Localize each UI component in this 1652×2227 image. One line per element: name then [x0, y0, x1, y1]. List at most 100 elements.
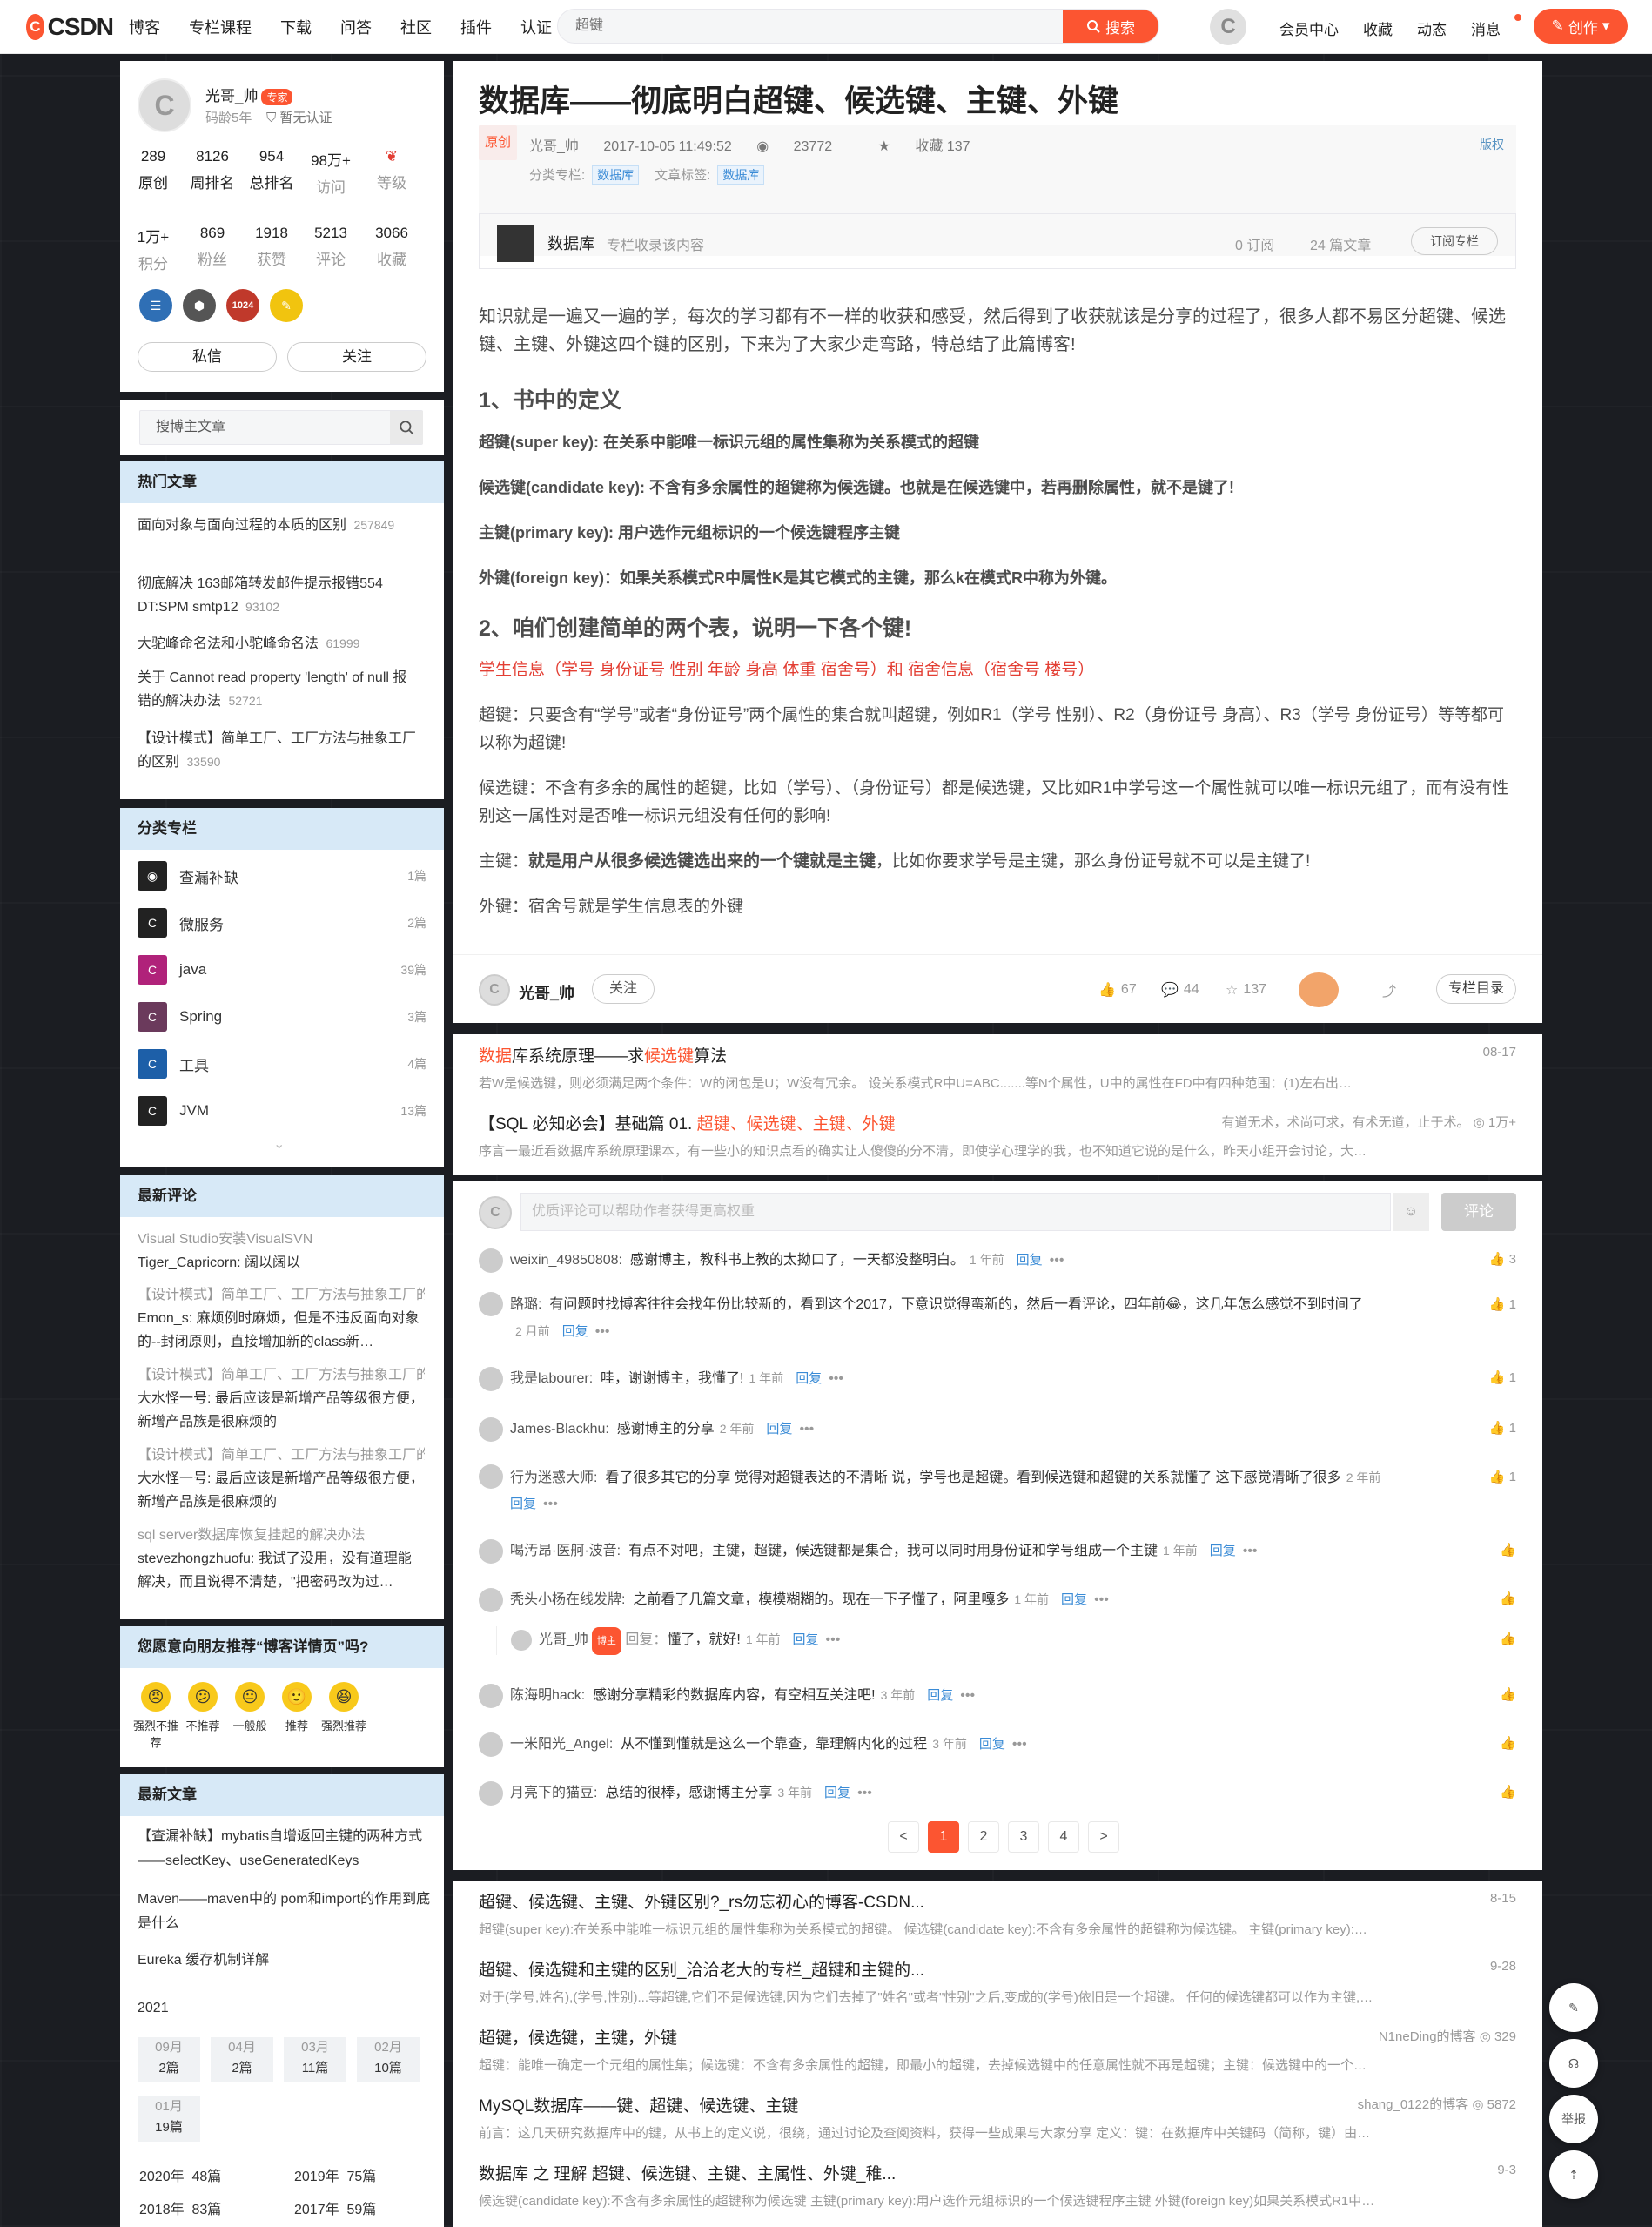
hot-article-item[interactable]: 大驼峰命名法和小驼峰命名法 61999 — [138, 632, 416, 656]
column-item[interactable]: C JVM 13篇 — [138, 1095, 426, 1127]
comment-user[interactable]: 陈海明hack: — [510, 1688, 585, 1703]
user-avatar[interactable] — [479, 1248, 503, 1273]
comment-like[interactable]: 👍 1 — [1489, 1464, 1516, 1490]
reply-link[interactable]: 回复 — [824, 1786, 850, 1800]
related-item[interactable]: 超键，候选键，主键，外键 N1neDing的博客 ◎ 329 超键：能唯一确定一个元… — [479, 2025, 1516, 2074]
stat-original[interactable]: 289 原创 — [125, 148, 181, 192]
author-avatar[interactable]: C — [138, 78, 191, 132]
reply-link[interactable]: 回复 — [1017, 1253, 1043, 1268]
blog-search-button[interactable] — [390, 411, 423, 444]
user-avatar[interactable] — [479, 1366, 503, 1391]
user-avatar[interactable] — [479, 1292, 503, 1316]
copyright-link[interactable]: 版权 — [1480, 136, 1504, 153]
comment-like[interactable]: 👍 1 — [1489, 1365, 1516, 1391]
reply-user[interactable]: 光哥_帅 — [539, 1632, 588, 1647]
more-icon[interactable]: ••• — [1094, 1592, 1109, 1607]
user-avatar[interactable] — [479, 1587, 503, 1612]
comment-user[interactable]: 路璐: — [510, 1297, 541, 1312]
related-item[interactable]: 超键、候选键和主键的区别_洽洽老大的专栏_超键和主键的... 9-28 对于(学号,… — [479, 1957, 1516, 2006]
csdn-logo[interactable]: C CSDN — [26, 13, 114, 41]
user-avatar[interactable] — [479, 1732, 503, 1757]
favorite[interactable]: ★ 收藏 137 — [878, 139, 991, 154]
more-icon[interactable]: ••• — [960, 1688, 975, 1703]
hot-article-item[interactable]: 关于 Cannot read property 'length' of null… — [138, 667, 416, 713]
messages-link[interactable]: 消息 — [1471, 17, 1501, 39]
meta-author[interactable]: 光哥_帅 — [529, 139, 579, 154]
rating-neutral[interactable]: 😐 一般般 — [226, 1682, 273, 1750]
comment-user[interactable]: 行为迷惑大师: — [510, 1470, 597, 1485]
rating-strongly-not[interactable]: 😠 强烈不推荐 — [132, 1682, 179, 1750]
message-button[interactable]: 私信 — [138, 342, 277, 372]
hot-article-item[interactable]: 彻底解决 163邮箱转发邮件提示报错554 DT:SPM smtp12 9310… — [138, 573, 416, 619]
archive-month[interactable]: 02月 10篇 — [357, 2037, 420, 2082]
rating-not[interactable]: 😕 不推荐 — [179, 1682, 226, 1750]
comment-user[interactable]: 月亮下的猫豆: — [510, 1786, 597, 1800]
toolbar-avatar[interactable]: C — [479, 974, 510, 1006]
archive-month[interactable]: 01月 19篇 — [138, 2096, 200, 2142]
blog-search-input[interactable]: 搜博主文章 — [139, 410, 423, 445]
edit-icon[interactable]: ✎ — [1549, 1983, 1598, 2032]
nav-cert[interactable]: 认证 — [520, 16, 552, 38]
related-item[interactable]: 数据库 之 理解 超键、候选键、主键、主属性、外键_稚... 9-3 候选键(can… — [479, 2161, 1516, 2210]
pen-medal-icon[interactable]: ✎ — [270, 289, 303, 322]
comment-article-link[interactable]: sql server数据库恢复挂起的解决办法 — [138, 1524, 425, 1547]
newest-article-link[interactable]: Eureka 缓存机制详解 — [138, 1948, 433, 1973]
comment-like[interactable]: 👍 1 — [1489, 1416, 1516, 1442]
search-input[interactable] — [558, 10, 1063, 43]
related-item[interactable]: 超键、候选键、主键、外键区别?_rs勿忘初心的博客-CSDN... 8-15 超键(… — [479, 1889, 1516, 1938]
comment-submit-button[interactable]: 评论 — [1441, 1193, 1516, 1231]
comment-user[interactable]: James-Blackhu: — [510, 1422, 609, 1436]
comment-user[interactable]: 我是labourer: — [510, 1371, 593, 1386]
toolbar-author[interactable]: 光哥_帅 — [519, 981, 574, 1004]
comment-user[interactable]: 一米阳光_Angel: — [510, 1737, 613, 1752]
more-icon[interactable]: ••• — [829, 1371, 843, 1386]
user-avatar[interactable] — [479, 1683, 503, 1708]
comment-like[interactable]: 👍 — [1500, 1731, 1516, 1757]
favorites-link[interactable]: 收藏 — [1363, 17, 1393, 39]
reply-link[interactable]: 回复 — [510, 1497, 536, 1511]
column-directory-button[interactable]: 专栏目录 — [1436, 974, 1516, 1004]
like-button[interactable]: 👍 67 — [1098, 981, 1137, 999]
comment-like[interactable]: 👍 1 — [1489, 1292, 1516, 1318]
comment-like[interactable]: 👍 3 — [1489, 1247, 1516, 1273]
reply-link[interactable]: 回复 — [562, 1324, 588, 1339]
search-button[interactable]: 搜索 — [1063, 10, 1158, 43]
medal-1024-icon[interactable]: 1024 — [226, 289, 259, 322]
related-item[interactable]: MySQL数据库——键、超键、候选键、主键 shang_0122的博客 ◎ 587… — [479, 2093, 1516, 2142]
nav-download[interactable]: 下载 — [280, 16, 312, 38]
hex-medal-icon[interactable]: ⬢ — [183, 289, 216, 322]
archive-year-summary[interactable]: 2018年 83篇 — [139, 2197, 221, 2218]
column-item[interactable]: C Spring 3篇 — [138, 1001, 426, 1033]
reply-link[interactable]: 回复 — [979, 1737, 1005, 1752]
comment-button[interactable]: 💬 44 — [1161, 981, 1199, 999]
nav-blog[interactable]: 博客 — [129, 16, 160, 38]
column-item[interactable]: Cjava 39篇 — [138, 954, 426, 986]
page-3[interactable]: 3 — [1008, 1821, 1039, 1853]
column-item[interactable]: ◉ 查漏补缺 1篇 — [138, 860, 426, 891]
reply-link[interactable]: 回复 — [927, 1688, 953, 1703]
newest-article-link[interactable]: 【查漏补缺】mybatis自增返回主键的两种方式——selectKey、useG… — [138, 1825, 433, 1874]
article-tag[interactable]: 数据库 — [717, 165, 765, 185]
follow-button[interactable]: 关注 — [287, 342, 426, 372]
archive-year-summary[interactable]: 2019年 75篇 — [294, 2164, 376, 2185]
comment-article-link[interactable]: Visual Studio安装VisualSVN — [138, 1228, 425, 1251]
headset-icon[interactable]: ☊ — [1549, 2039, 1598, 2088]
comment-input[interactable]: 优质评论可以帮助作者获得更高权重 — [520, 1193, 1391, 1231]
reply-link[interactable]: 回复 — [793, 1632, 819, 1647]
emoji-icon[interactable]: ☺ — [1393, 1193, 1429, 1231]
report-button[interactable]: 举报 — [1549, 2095, 1598, 2143]
user-avatar[interactable] — [479, 1464, 503, 1489]
comment-article-link[interactable]: 【设计模式】简单工厂、工厂方法与抽象工厂的区别 — [138, 1363, 425, 1387]
list-medal-icon[interactable]: ☰ — [139, 289, 172, 322]
page-1[interactable]: 1 — [928, 1821, 959, 1853]
share-icon[interactable]: ⤴ — [1382, 979, 1396, 1000]
nav-qa[interactable]: 问答 — [340, 16, 372, 38]
comment-user[interactable]: 喝汚昂·医舸·波音: — [510, 1544, 621, 1558]
comment-article-link[interactable]: 【设计模式】简单工厂、工厂方法与抽象工厂的区别 — [138, 1443, 425, 1467]
more-icon[interactable]: ••• — [857, 1786, 872, 1800]
reply-link[interactable]: 回复 — [766, 1422, 792, 1436]
nav-plugin[interactable]: 插件 — [460, 16, 492, 38]
comment-like[interactable]: 👍 — [1500, 1537, 1516, 1564]
reward-icon[interactable] — [1299, 972, 1339, 1007]
stat-total-rank[interactable]: 954 总排名 — [244, 148, 299, 192]
